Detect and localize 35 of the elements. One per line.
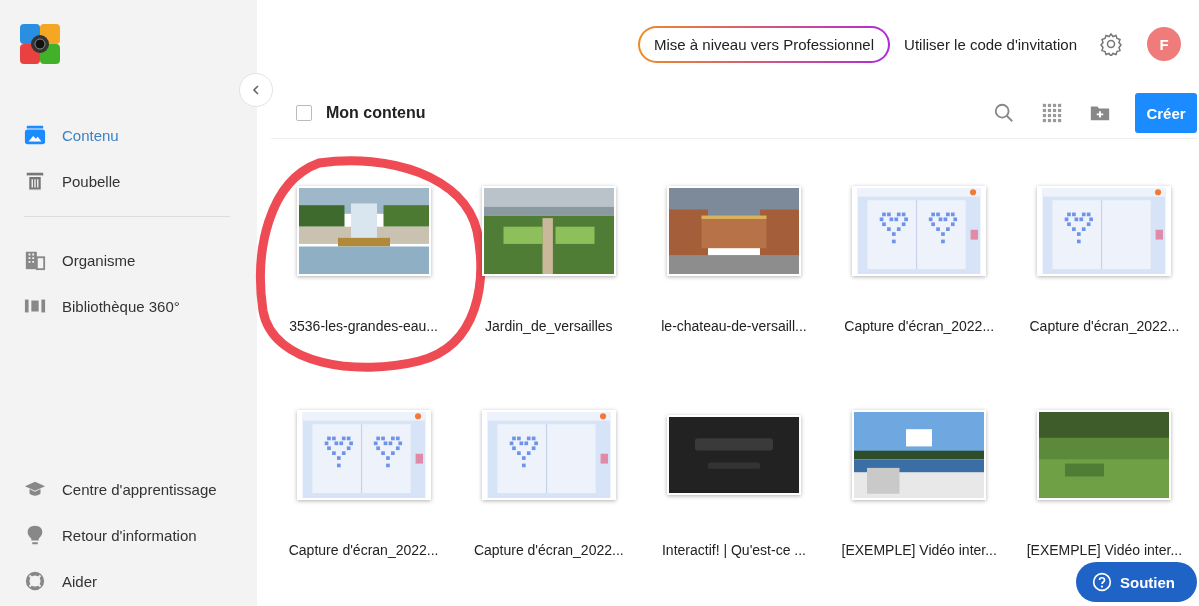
item-name[interactable]: [EXEMPLE] Vidéo inter... — [1026, 539, 1183, 561]
chevron-left-icon — [250, 84, 262, 96]
sidebar-item[interactable]: Aider — [20, 558, 98, 604]
item-name[interactable]: Capture d'écran_2022... — [1029, 315, 1180, 337]
settings-icon[interactable] — [1099, 32, 1123, 56]
grid-view-icon[interactable] — [1041, 102, 1063, 124]
search-icon[interactable] — [993, 102, 1015, 124]
page-title: Mon contenu — [326, 104, 426, 122]
item-name[interactable]: Capture d'écran_2022... — [473, 539, 624, 561]
select-all-checkbox[interactable] — [296, 105, 312, 121]
sidebar-item[interactable]: Centre d'apprentissage — [20, 466, 217, 512]
item-name[interactable]: Jardin_de_versailles — [484, 315, 613, 337]
image-icon — [24, 124, 46, 146]
item-name[interactable]: Interactif! | Qu'est-ce ... — [661, 539, 806, 561]
item-name[interactable]: [EXEMPLE] Vidéo inter... — [841, 539, 997, 561]
lifebuoy-icon — [24, 570, 46, 592]
item-name[interactable]: Capture d'écran_2022... — [288, 539, 439, 561]
sidebar-item[interactable]: Retour d'information — [20, 512, 197, 558]
help-icon — [1092, 572, 1112, 592]
screenshot-thumbnail-drawing[interactable] — [481, 410, 616, 500]
sidebar-item[interactable]: Organisme — [20, 237, 136, 283]
item-name[interactable]: Capture d'écran_2022... — [844, 315, 995, 337]
screenshot-thumbnail-drawing[interactable] — [852, 186, 987, 276]
screenshot-thumbnail-drawing[interactable] — [1037, 186, 1172, 276]
building-icon — [24, 249, 46, 271]
app-logo-icon — [20, 24, 60, 64]
sidebar-item[interactable]: Poubelle — [20, 158, 121, 204]
trash-icon — [24, 170, 46, 192]
item-name[interactable]: 3536-les-grandes-eau... — [289, 315, 438, 337]
screenshot-thumbnail-drawing[interactable] — [296, 410, 431, 500]
item-name[interactable]: le-chateau-de-versaill... — [661, 315, 807, 337]
sidebar-item[interactable]: Contenu — [20, 112, 119, 158]
sidebar-item[interactable]: Bibliothèque 360° — [20, 283, 180, 329]
invite-code-link[interactable]: Utiliser le code d'invitation — [904, 35, 1077, 53]
support-button[interactable]: Soutien — [1076, 562, 1197, 602]
